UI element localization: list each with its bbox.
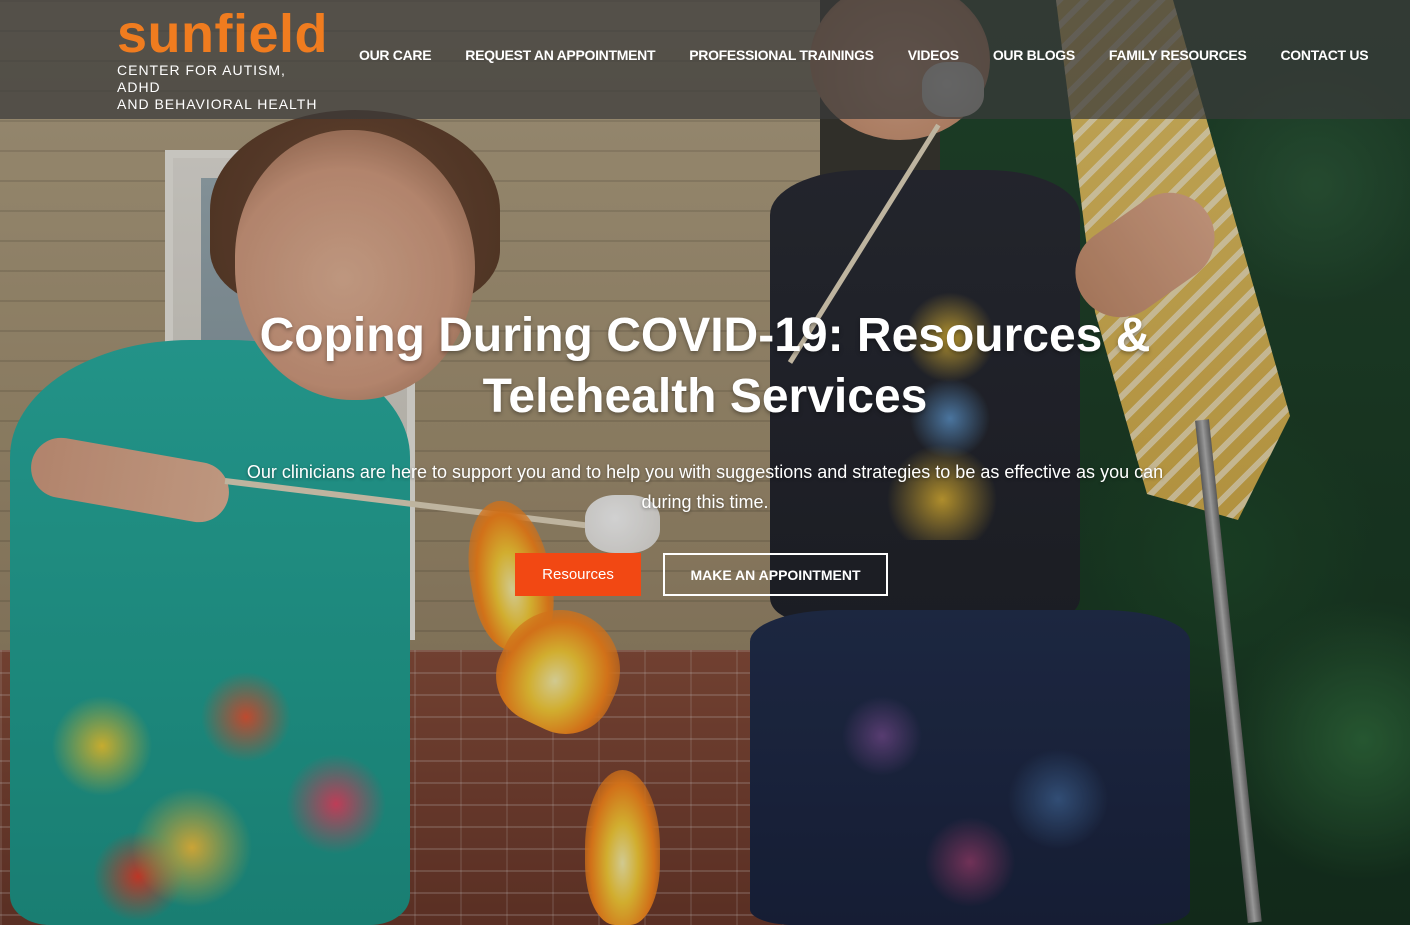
nav-item-our-care[interactable]: OUR CARE xyxy=(359,47,432,63)
main-navigation: OUR CARE REQUEST AN APPOINTMENT PROFESSI… xyxy=(359,47,1369,63)
resources-button[interactable]: Resources xyxy=(515,553,641,596)
nav-item-contact-us[interactable]: CONTACT US xyxy=(1281,47,1369,63)
site-header: sunfield CENTER FOR AUTISM, ADHD AND BEH… xyxy=(0,0,1410,119)
nav-item-videos[interactable]: VIDEOS xyxy=(908,47,959,63)
hero-content: Coping During COVID-19: Resources & Tele… xyxy=(0,305,1410,517)
hero-subtitle: Our clinicians are here to support you a… xyxy=(246,462,1164,512)
logo-wordmark: sunfield xyxy=(117,4,329,64)
sunfield-logo[interactable]: sunfield CENTER FOR AUTISM, ADHD AND BEH… xyxy=(117,6,332,113)
nav-item-family-resources[interactable]: FAMILY RESOURCES xyxy=(1109,47,1247,63)
nav-item-request-appointment[interactable]: REQUEST AN APPOINTMENT xyxy=(465,47,655,63)
nav-item-professional-trainings[interactable]: PROFESSIONAL TRAININGS xyxy=(689,47,874,63)
logo-tagline-line1: CENTER FOR AUTISM, ADHD xyxy=(117,62,286,95)
logo-tagline-line2: AND BEHAVIORAL HEALTH xyxy=(117,96,318,112)
nav-item-our-blogs[interactable]: OUR BLOGS xyxy=(993,47,1075,63)
make-appointment-button[interactable]: MAKE AN APPOINTMENT xyxy=(663,553,888,596)
page: sunfield CENTER FOR AUTISM, ADHD AND BEH… xyxy=(0,0,1410,925)
hero-title: Coping During COVID-19: Resources & Tele… xyxy=(259,309,1151,423)
hero-buttons: Resources MAKE AN APPOINTMENT xyxy=(515,553,888,596)
